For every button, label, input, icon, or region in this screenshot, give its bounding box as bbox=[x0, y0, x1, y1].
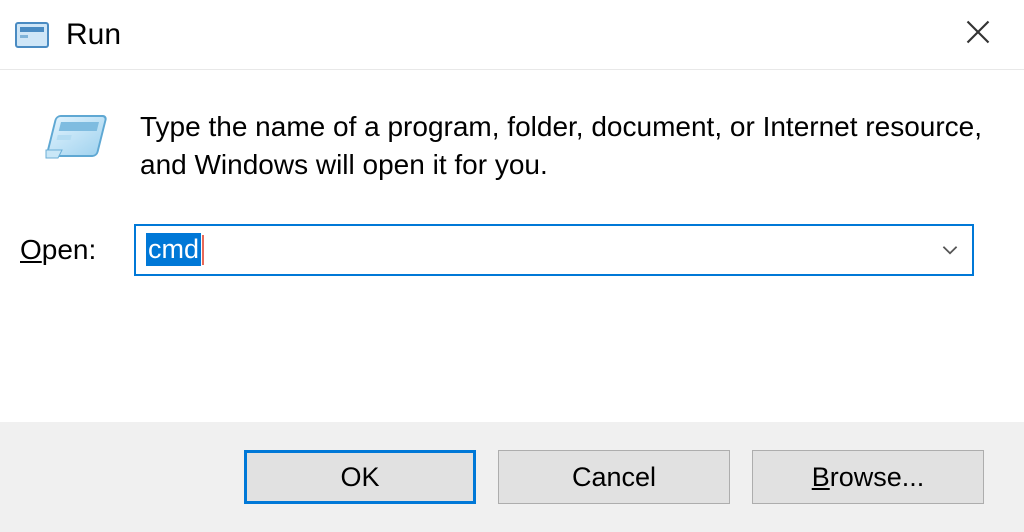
window-title: Run bbox=[66, 18, 121, 52]
open-label: Open: bbox=[20, 234, 110, 266]
dropdown-arrow[interactable] bbox=[928, 226, 972, 274]
titlebar-left: Run bbox=[14, 18, 121, 52]
text-caret bbox=[202, 235, 204, 265]
run-large-icon bbox=[44, 110, 110, 164]
input-selected-value: cmd bbox=[146, 233, 201, 266]
cancel-button[interactable]: Cancel bbox=[498, 450, 730, 504]
cancel-button-label: Cancel bbox=[572, 462, 656, 493]
description-text: Type the name of a program, folder, docu… bbox=[140, 108, 984, 184]
description-row: Type the name of a program, folder, docu… bbox=[20, 108, 984, 184]
run-title-icon bbox=[14, 20, 50, 50]
browse-button[interactable]: Browse... bbox=[752, 450, 984, 504]
open-input[interactable]: cmd bbox=[136, 226, 928, 274]
open-combobox[interactable]: cmd bbox=[134, 224, 974, 276]
dialog-content: Type the name of a program, folder, docu… bbox=[0, 70, 1024, 422]
run-dialog: Run bbox=[0, 0, 1024, 532]
titlebar: Run bbox=[0, 0, 1024, 70]
close-button[interactable] bbox=[952, 14, 1004, 56]
ok-button[interactable]: OK bbox=[244, 450, 476, 504]
ok-button-label: OK bbox=[340, 462, 379, 493]
browse-button-label: Browse... bbox=[812, 462, 925, 493]
open-input-row: Open: cmd bbox=[20, 224, 984, 276]
button-bar: OK Cancel Browse... bbox=[0, 422, 1024, 532]
